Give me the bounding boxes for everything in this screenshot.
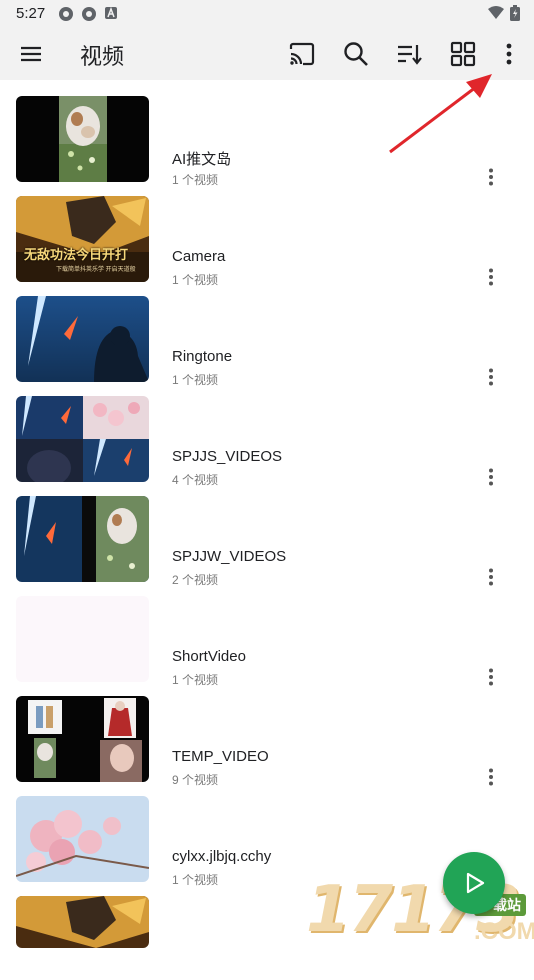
more-vert-icon — [506, 43, 512, 65]
search-button[interactable] — [338, 36, 374, 72]
folder-row[interactable]: 无敌功法今日开打 下载简单抖英乐学 开启天道般 Camera 1 个视频 — [0, 180, 534, 287]
notification-text-icon — [105, 6, 117, 19]
menu-icon — [21, 46, 41, 62]
folder-name: Ringtone — [172, 348, 233, 365]
folder-thumbnail — [16, 896, 149, 948]
folder-name: AI推文岛 — [172, 151, 232, 168]
folder-row[interactable]: TEMP_VIDEO 9 个视频 — [0, 680, 534, 787]
folder-name: SPJJS_VIDEOS — [172, 448, 283, 465]
status-bar: 5:27 — [0, 0, 534, 28]
folder-name: Camera — [172, 248, 226, 265]
thumbnail-caption: 无敌功法今日开打 — [24, 248, 129, 263]
folder-thumbnail — [16, 496, 149, 582]
folder-thumbnail — [16, 96, 149, 182]
notification-app-icon — [59, 7, 73, 21]
folder-thumbnail: 无敌功法今日开打 下载简单抖英乐学 开启天道般 — [16, 196, 149, 282]
folder-name: TEMP_VIDEO — [172, 748, 269, 765]
cast-button[interactable] — [284, 36, 320, 72]
play-icon — [466, 872, 485, 894]
folder-name: SPJJW_VIDEOS — [172, 548, 287, 565]
wifi-icon — [488, 6, 504, 19]
folder-row[interactable]: ShortVideo 1 个视频 — [0, 580, 534, 687]
folder-name: cylxx.jlbjq.cchy — [172, 848, 272, 865]
folder-row[interactable]: SPJJS_VIDEOS 4 个视频 — [0, 380, 534, 487]
folder-row[interactable]: SPJJW_VIDEOS 2 个视频 — [0, 480, 534, 587]
notification-app-icon — [82, 7, 96, 21]
sort-icon — [398, 45, 422, 65]
menu-button[interactable] — [13, 36, 49, 72]
folder-row[interactable]: Ringtone 1 个视频 — [0, 280, 534, 387]
folder-thumbnail — [16, 596, 149, 682]
battery-icon — [510, 5, 520, 21]
cast-icon — [289, 42, 315, 66]
annotation-arrow — [389, 74, 492, 154]
status-system-icons — [488, 5, 520, 21]
status-time: 5:27 — [16, 5, 46, 22]
folder-thumbnail — [16, 296, 149, 382]
folder-name: ShortVideo — [172, 648, 246, 665]
thumbnail-subcaption: 下载简单抖英乐学 开启天道般 — [56, 267, 136, 273]
folder-thumbnail — [16, 396, 149, 482]
search-icon — [344, 42, 368, 66]
folder-list: AI推文岛 1 个视频 无敌功法今日开打 下载简单抖英乐学 开启天道般 Came… — [0, 80, 534, 980]
folder-thumbnail — [16, 796, 149, 882]
folder-thumbnail — [16, 696, 149, 782]
play-fab[interactable] — [443, 852, 505, 914]
page-title: 视频 — [80, 44, 125, 69]
status-notification-icons — [58, 6, 118, 22]
